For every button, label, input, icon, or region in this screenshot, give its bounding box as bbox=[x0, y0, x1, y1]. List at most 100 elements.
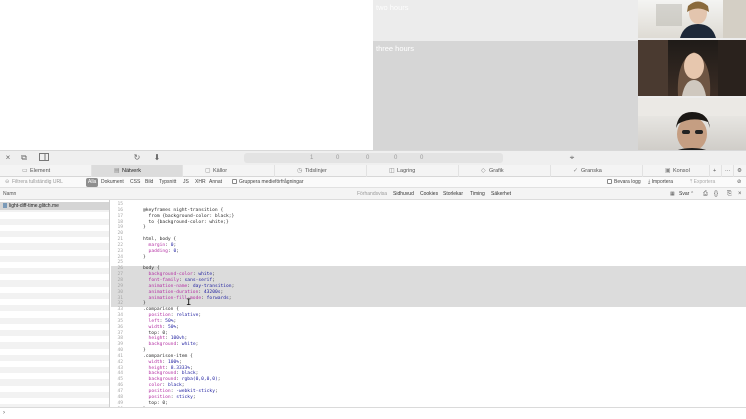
tab-label: Grafik bbox=[489, 168, 504, 174]
dock-icon[interactable]: ⧉ bbox=[18, 153, 30, 163]
tab-timelines[interactable]: ◷ Tidslinjer bbox=[275, 165, 367, 177]
export-icon: ⤒ bbox=[690, 179, 693, 185]
network-filter-bar: ⊖ Filtrera tullständig URL Alla Dokument… bbox=[0, 177, 746, 188]
clear-log-icon[interactable]: ⊘ bbox=[737, 178, 741, 187]
filter-type-font[interactable]: Typsnitt bbox=[157, 178, 178, 187]
resource-subheader: Namn Förhandsvisa Sidhuvud Cookies Storl… bbox=[0, 188, 746, 200]
import-icon: ⤓ bbox=[648, 179, 651, 185]
export-button[interactable]: ⤒ Exportera bbox=[690, 178, 715, 187]
response-select[interactable]: Svar bbox=[679, 188, 689, 200]
settings-button[interactable]: ⚙ bbox=[734, 165, 746, 177]
tab-audit[interactable]: ✓ Granska bbox=[551, 165, 643, 177]
video-call-strip bbox=[638, 0, 746, 160]
more-tabs-button[interactable]: ⋯ bbox=[722, 165, 734, 177]
add-tab-button[interactable]: + bbox=[710, 165, 722, 177]
list-item[interactable]: light-diff-time.glitch.me bbox=[0, 202, 109, 210]
plus-icon: + bbox=[713, 168, 717, 174]
import-button[interactable]: ⤓ Importera bbox=[648, 178, 673, 187]
braces-icon[interactable]: {} bbox=[714, 188, 718, 200]
ellipsis-icon: ⋯ bbox=[725, 168, 731, 174]
warning-count: 0 bbox=[420, 155, 424, 161]
chevron-down-icon[interactable]: ⌃ bbox=[690, 188, 694, 200]
text-cursor-icon: I bbox=[186, 298, 192, 308]
name-column-header[interactable]: Namn bbox=[3, 188, 16, 200]
tab-label: Konsol bbox=[673, 168, 690, 174]
filter-type-all[interactable]: Alla bbox=[86, 178, 99, 187]
band-label: three hours bbox=[376, 44, 414, 53]
tab-element[interactable]: ▭ Element bbox=[0, 165, 92, 177]
person-icon bbox=[656, 0, 746, 38]
tab-label: Tidslinjer bbox=[305, 168, 327, 174]
print-icon[interactable]: ⎙ bbox=[703, 188, 708, 200]
console-prompt[interactable]: › bbox=[0, 407, 746, 419]
tab-storage[interactable]: ◫ Lagring bbox=[367, 165, 459, 177]
image-count: 0 bbox=[336, 155, 340, 161]
filter-type-css[interactable]: CSS bbox=[128, 178, 142, 187]
element-icon: ▭ bbox=[22, 168, 28, 174]
console-icon: ▣ bbox=[665, 168, 671, 174]
band-label: two hours bbox=[376, 3, 409, 12]
network-icon: ▤ bbox=[114, 168, 120, 174]
audit-icon: ✓ bbox=[573, 168, 579, 174]
url-filter-input[interactable]: ⊖ Filtrera tullständig URL bbox=[4, 178, 80, 187]
subtab-preview[interactable]: Förhandsvisa bbox=[357, 188, 387, 200]
download-icon[interactable]: ⬇ bbox=[151, 153, 163, 163]
screen: two hours three hours × ⧉ ↻ ⬇ 1 0 0 0 0 … bbox=[0, 0, 746, 419]
link-icon[interactable]: ⎘ bbox=[727, 188, 732, 200]
import-label: Importera bbox=[651, 179, 674, 185]
participant-video-2[interactable] bbox=[638, 40, 746, 96]
tab-label: Element bbox=[30, 168, 51, 174]
subtab-security[interactable]: Säkerhet bbox=[491, 188, 511, 200]
tab-label: Granska bbox=[581, 168, 602, 174]
subtab-timing[interactable]: Timing bbox=[470, 188, 485, 200]
keep-log-checkbox[interactable]: Bevara logg bbox=[607, 178, 641, 187]
tab-graphics[interactable]: ◇ Grafik bbox=[459, 165, 551, 177]
tab-console[interactable]: ▣ Konsol bbox=[643, 165, 710, 177]
band-two-hours: two hours bbox=[373, 0, 638, 41]
export-label: Exportera bbox=[693, 179, 716, 185]
graphics-icon: ◇ bbox=[481, 168, 486, 174]
close-icon[interactable]: × bbox=[2, 153, 14, 163]
filter-type-xhr[interactable]: XHR bbox=[193, 178, 208, 187]
group-media-checkbox[interactable]: Gruppera medieförfrågningar bbox=[232, 178, 303, 187]
prompt-icon: › bbox=[3, 410, 5, 416]
dock-side-icon[interactable] bbox=[38, 153, 50, 163]
checkbox-label: Bevara logg bbox=[614, 179, 641, 185]
close-icon[interactable]: × bbox=[738, 188, 742, 200]
time-count: 0 bbox=[366, 155, 370, 161]
web-page: two hours three hours bbox=[0, 0, 746, 150]
checkbox-icon bbox=[232, 179, 237, 184]
checkbox-icon bbox=[607, 179, 612, 184]
person-icon bbox=[638, 40, 746, 96]
reload-icon[interactable]: ↻ bbox=[131, 153, 143, 163]
timeline-icon: ◷ bbox=[297, 168, 303, 174]
checkbox-label: Gruppera medieförfrågningar bbox=[239, 179, 304, 185]
subtab-headers[interactable]: Sidhuvud bbox=[393, 188, 414, 200]
participant-video-1[interactable] bbox=[638, 0, 746, 38]
list-stripes bbox=[0, 200, 109, 407]
filter-type-image[interactable]: Bild bbox=[143, 178, 155, 187]
resource-summary: 1 0 0 0 0 bbox=[244, 153, 503, 163]
tab-label: Nätverk bbox=[122, 168, 141, 174]
subtab-sizes[interactable]: Storlekar bbox=[443, 188, 463, 200]
element-picker-icon[interactable]: ⌖ bbox=[566, 153, 578, 163]
resource-list: light-diff-time.glitch.me bbox=[0, 200, 110, 407]
source-view[interactable]: 15 16 @keyframes night-transition {17 from… bbox=[111, 200, 746, 407]
devtools-tab-bar: ▭ Element ▤ Nätverk ▢ Källor ◷ Tidslinje… bbox=[0, 165, 746, 177]
resource-name: light-diff-time.glitch.me bbox=[9, 203, 59, 209]
gear-icon: ⚙ bbox=[737, 168, 742, 174]
band-three-hours: three hours bbox=[373, 41, 638, 150]
tab-network[interactable]: ▤ Nätverk bbox=[92, 165, 183, 177]
code-lines: 15 16 @keyframes night-transition {17 from… bbox=[111, 202, 746, 407]
response-type-icon: ▦ bbox=[670, 191, 675, 197]
document-count: 1 bbox=[310, 155, 314, 161]
document-icon bbox=[3, 203, 7, 208]
filter-type-js[interactable]: JS bbox=[181, 178, 191, 187]
filter-placeholder: Filtrera tullständig URL bbox=[12, 179, 63, 185]
subtab-cookies[interactable]: Cookies bbox=[420, 188, 438, 200]
tab-sources[interactable]: ▢ Källor bbox=[183, 165, 275, 177]
filter-type-document[interactable]: Dokument bbox=[99, 178, 126, 187]
filter-type-other[interactable]: Annat bbox=[207, 178, 224, 187]
inspector-toolbar: × ⧉ ↻ ⬇ 1 0 0 0 0 ⌖ bbox=[0, 150, 746, 165]
storage-icon: ◫ bbox=[389, 168, 395, 174]
